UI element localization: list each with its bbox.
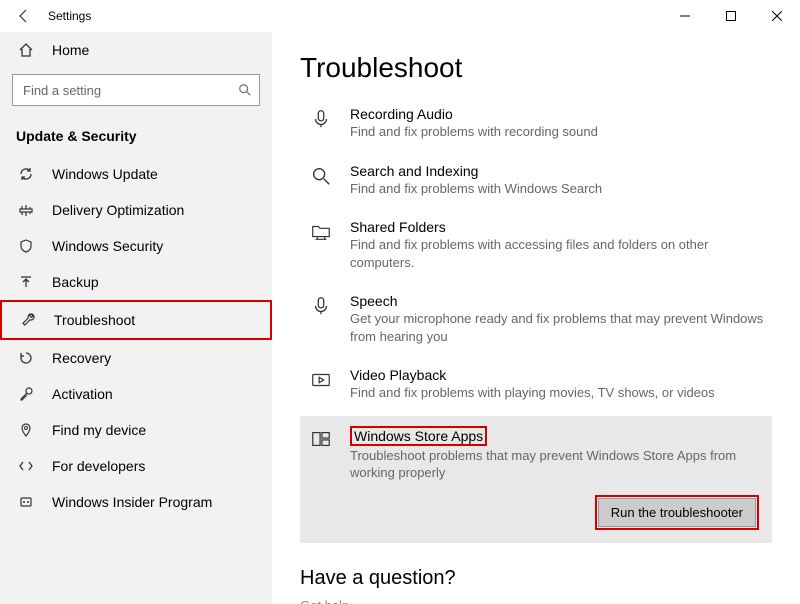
home-label: Home (52, 42, 89, 58)
nav-label: Activation (52, 386, 113, 402)
close-button[interactable] (754, 0, 800, 32)
sidebar-item-activation[interactable]: Activation (0, 376, 272, 412)
nav-label: Recovery (52, 350, 111, 366)
sidebar-item-windows-insider[interactable]: Windows Insider Program (0, 484, 272, 520)
code-icon (16, 458, 36, 474)
ts-shared-folders[interactable]: Shared FoldersFind and fix problems with… (300, 211, 772, 285)
nav-label: Find my device (52, 422, 146, 438)
wrench-icon (18, 312, 38, 328)
nav-label: Windows Insider Program (52, 494, 212, 510)
ts-search-indexing[interactable]: Search and IndexingFind and fix problems… (300, 155, 772, 212)
insider-icon (16, 494, 36, 510)
home-icon (16, 42, 36, 58)
sync-icon (16, 166, 36, 182)
search-input[interactable] (12, 74, 260, 106)
sidebar-item-recovery[interactable]: Recovery (0, 340, 272, 376)
search-icon (306, 163, 336, 198)
ts-title: Recording Audio (350, 106, 598, 122)
sidebar-item-windows-update[interactable]: Windows Update (0, 156, 272, 192)
key-icon (16, 386, 36, 402)
ts-title: Search and Indexing (350, 163, 602, 179)
get-help-link[interactable]: Get help (300, 598, 772, 604)
sidebar-item-for-developers[interactable]: For developers (0, 448, 272, 484)
ts-desc: Find and fix problems with playing movie… (350, 384, 715, 402)
ts-title: Shared Folders (350, 219, 766, 235)
location-icon (16, 422, 36, 438)
ts-video-playback[interactable]: Video PlaybackFind and fix problems with… (300, 359, 772, 416)
sidebar-item-backup[interactable]: Backup (0, 264, 272, 300)
search-icon (238, 83, 252, 97)
mic-icon (306, 293, 336, 345)
video-icon (306, 367, 336, 402)
nav-label: Windows Update (52, 166, 158, 182)
section-title: Update & Security (0, 120, 272, 156)
nav-label: For developers (52, 458, 145, 474)
sidebar-item-troubleshoot[interactable]: Troubleshoot (0, 300, 272, 340)
main-content: Troubleshoot Recording AudioFind and fix… (272, 32, 800, 604)
ts-recording-audio[interactable]: Recording AudioFind and fix problems wit… (300, 98, 772, 155)
ts-title: Speech (350, 293, 766, 309)
shield-icon (16, 238, 36, 254)
backup-icon (16, 274, 36, 290)
ts-desc: Find and fix problems with accessing fil… (350, 236, 766, 271)
ts-desc: Troubleshoot problems that may prevent W… (350, 447, 766, 482)
nav-label: Delivery Optimization (52, 202, 184, 218)
sidebar-item-find-my-device[interactable]: Find my device (0, 412, 272, 448)
delivery-icon (16, 202, 36, 218)
question-heading: Have a question? (300, 567, 772, 590)
home-nav[interactable]: Home (0, 32, 272, 68)
back-button[interactable] (0, 0, 48, 32)
apps-icon (306, 426, 336, 482)
ts-desc: Get your microphone ready and fix proble… (350, 310, 766, 345)
ts-windows-store-apps[interactable]: Windows Store AppsTroubleshoot problems … (300, 416, 772, 498)
run-troubleshooter-button[interactable]: Run the troubleshooter (598, 498, 756, 527)
maximize-button[interactable] (708, 0, 754, 32)
ts-title: Windows Store Apps (350, 426, 487, 446)
nav-label: Backup (52, 274, 99, 290)
nav-label: Windows Security (52, 238, 163, 254)
folder-network-icon (306, 219, 336, 271)
titlebar: Settings (0, 0, 800, 32)
nav-label: Troubleshoot (54, 312, 135, 328)
ts-title: Video Playback (350, 367, 715, 383)
ts-speech[interactable]: SpeechGet your microphone ready and fix … (300, 285, 772, 359)
sidebar-item-delivery-optimization[interactable]: Delivery Optimization (0, 192, 272, 228)
ts-desc: Find and fix problems with Windows Searc… (350, 180, 602, 198)
mic-icon (306, 106, 336, 141)
sidebar-item-windows-security[interactable]: Windows Security (0, 228, 272, 264)
recovery-icon (16, 350, 36, 366)
page-title: Troubleshoot (300, 52, 772, 84)
sidebar: Home Update & Security Windows Update De… (0, 32, 272, 604)
ts-desc: Find and fix problems with recording sou… (350, 123, 598, 141)
app-title: Settings (48, 9, 91, 23)
minimize-button[interactable] (662, 0, 708, 32)
